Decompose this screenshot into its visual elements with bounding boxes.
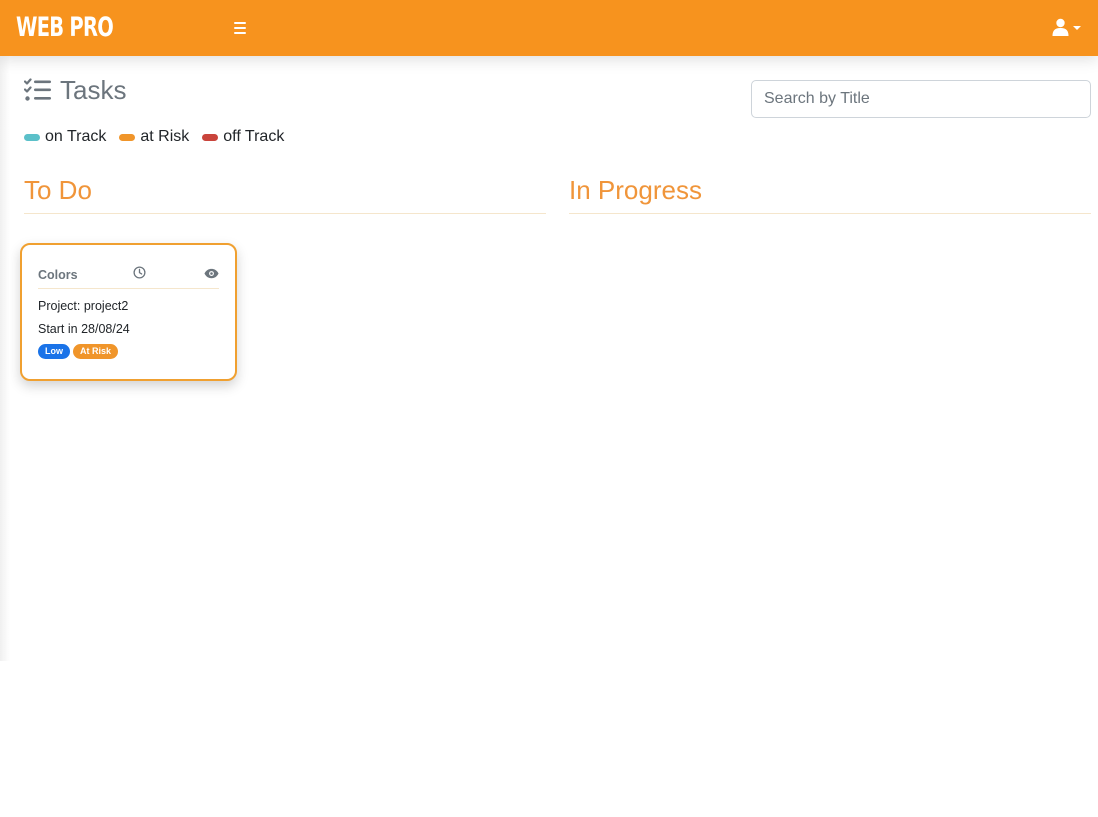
task-badges: Low At Risk [38, 344, 121, 359]
user-icon [1052, 18, 1069, 36]
legend-item-off-track: off Track [202, 128, 284, 146]
legend-item-at-risk: at Risk [119, 128, 189, 146]
task-card[interactable]: Colors Project: project2 Start in 28/08/… [20, 243, 237, 381]
status-legend: on Track at Risk off Track [24, 127, 297, 147]
sidebar-edge [0, 56, 10, 661]
legend-swatch-off-track [202, 133, 219, 141]
search-input[interactable] [751, 80, 1091, 118]
caret-down-icon [1073, 26, 1081, 30]
legend-label: on Track [45, 128, 107, 145]
column-title: In Progress [569, 175, 702, 205]
user-menu-button[interactable] [1052, 17, 1084, 39]
top-navbar: WEB PRO [0, 0, 1098, 56]
status-badge: At Risk [73, 344, 119, 359]
priority-badge: Low [38, 344, 70, 359]
tasks-list-icon [24, 78, 51, 101]
column-todo-header: To Do [24, 172, 546, 214]
legend-label: at Risk [140, 128, 190, 145]
page-title-text: Tasks [60, 74, 127, 105]
page-title: Tasks [24, 74, 126, 106]
brand-logo[interactable]: WEB PRO [16, 11, 114, 45]
column-in-progress-header: In Progress [569, 172, 1091, 214]
task-title: Colors [38, 268, 78, 282]
legend-swatch-on-track [24, 133, 40, 141]
column-title: To Do [24, 175, 92, 205]
legend-swatch-at-risk [119, 133, 136, 141]
task-card-header: Colors [38, 263, 219, 289]
eye-icon[interactable] [204, 268, 219, 279]
clock-icon[interactable] [133, 266, 146, 279]
hamburger-icon[interactable] [232, 20, 248, 36]
task-project: Project: project2 [38, 299, 129, 313]
task-start-date: Start in 28/08/24 [38, 322, 130, 336]
legend-label: off Track [223, 128, 285, 145]
legend-item-on-track: on Track [24, 128, 106, 146]
